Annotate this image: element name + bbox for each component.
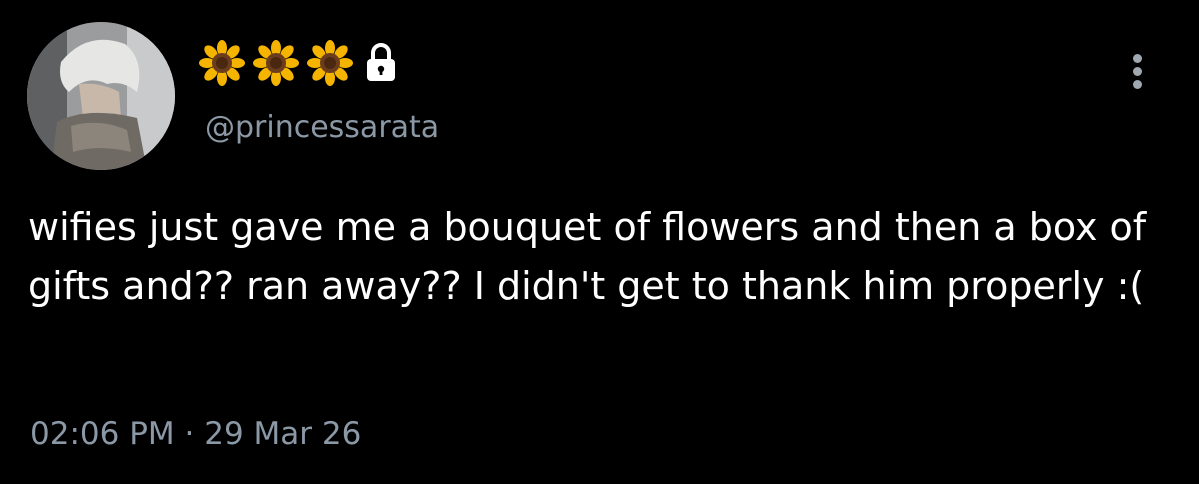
tweet-date: 29 Mar 26 [204,416,362,452]
more-dot-icon [1133,54,1142,63]
sunflower-icon [253,40,299,86]
avatar[interactable] [27,22,175,170]
more-options-button[interactable] [1124,48,1150,94]
more-dot-icon [1133,80,1142,89]
sunflower-icon [307,40,353,86]
tweet-time: 02:06 PM [30,416,175,452]
user-handle[interactable]: @princessarata [205,108,439,148]
timestamp-separator: · [184,416,195,452]
tweet-timestamp[interactable]: 02:06 PM · 29 Mar 26 [30,412,361,456]
display-name[interactable] [199,40,399,86]
tweet-text: wifies just gave me a bouquet of flowers… [28,205,1147,308]
sunflower-icon [199,40,245,86]
lock-icon [363,40,399,86]
more-dot-icon [1133,67,1142,76]
avatar-image [27,22,175,170]
